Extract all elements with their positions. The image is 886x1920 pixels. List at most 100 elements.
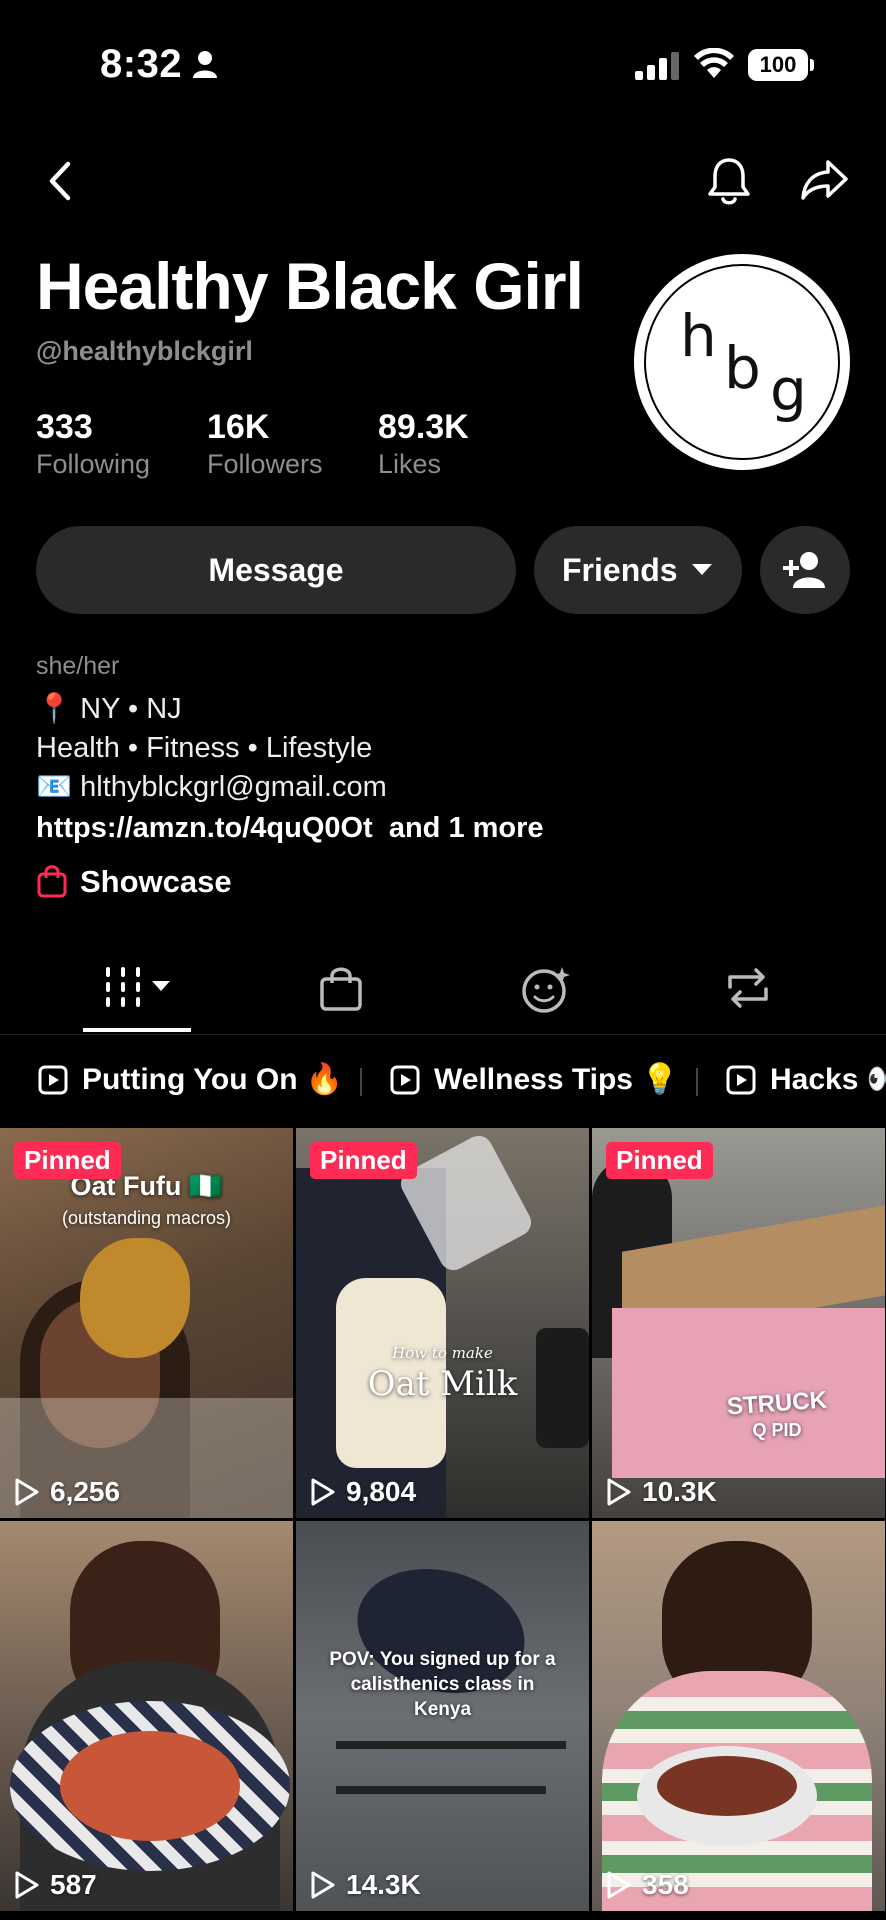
play-outline-icon <box>311 1478 335 1506</box>
share-arrow-icon[interactable] <box>800 158 850 202</box>
status-time: 8:32 <box>100 42 183 86</box>
tab-reposts[interactable] <box>724 965 772 1016</box>
box-brand-subtext: Q PID <box>752 1420 802 1440</box>
video-caption-title: POV: You signed up for a calisthenics cl… <box>329 1649 556 1720</box>
stat-following[interactable]: 333 Following <box>36 408 150 480</box>
view-count-value: 14.3K <box>346 1869 421 1900</box>
video-thumbnail[interactable]: 587 <box>0 1521 293 1911</box>
bio-link[interactable]: https://amzn.to/4quQ0Ot <box>36 812 373 844</box>
view-count: 358 <box>606 1869 689 1901</box>
back-arrow-icon[interactable] <box>40 158 80 204</box>
status-bar: 8:32 100 <box>0 0 886 130</box>
pasta <box>60 1731 240 1841</box>
parallette-bar <box>336 1741 566 1749</box>
playlist-label: Putting You On 🔥 <box>82 1063 344 1096</box>
view-count: 14.3K <box>310 1869 421 1901</box>
video-grid-icon <box>106 967 170 1007</box>
battery-tip <box>810 59 814 71</box>
play-square-icon <box>726 1065 756 1094</box>
playlist-strip: Putting You On 🔥 Wellness Tips 💡 Hacks 👀 <box>0 1050 886 1110</box>
playlist-label: Hacks 👀 <box>770 1063 886 1096</box>
view-count: 6,256 <box>14 1476 120 1508</box>
tab-shop[interactable] <box>318 965 364 1016</box>
bowl-food <box>657 1756 797 1816</box>
stat-label: Followers <box>207 449 323 479</box>
view-count-value: 10.3K <box>642 1476 717 1507</box>
sparkle-face-icon <box>522 967 570 1013</box>
avatar-letter-b: b <box>724 334 761 402</box>
shopping-bag-icon <box>320 967 362 1011</box>
play-outline-icon <box>15 1478 39 1506</box>
play-outline-icon <box>311 1871 335 1899</box>
bio-link-row[interactable]: https://amzn.to/4quQ0Ot and 1 more <box>36 812 544 845</box>
playlist-label: Wellness Tips 💡 <box>434 1063 679 1096</box>
bell-icon[interactable] <box>706 156 752 206</box>
content-tabs <box>0 955 886 1035</box>
view-count: 587 <box>14 1869 97 1901</box>
video-caption-subtitle: (outstanding macros) <box>61 1208 232 1228</box>
stat-followers[interactable]: 16K Followers <box>207 408 323 480</box>
video-thumbnail[interactable]: STRUCK Q PID Pinned 10.3K <box>592 1128 885 1518</box>
profile-name: Healthy Black Girl <box>36 249 584 323</box>
view-count: 9,804 <box>310 1476 416 1508</box>
pinned-badge: Pinned <box>310 1142 417 1179</box>
video-thumbnail[interactable]: 358 <box>592 1521 885 1911</box>
battery-icon: 100 <box>748 49 808 81</box>
add-person-icon <box>783 552 825 588</box>
playlist-chip[interactable]: Putting You On 🔥 <box>38 1062 343 1097</box>
playlist-divider <box>696 1068 698 1096</box>
message-button[interactable]: Message <box>36 526 516 614</box>
active-tab-indicator <box>83 1028 191 1032</box>
view-count-value: 587 <box>50 1869 97 1900</box>
parallette-base <box>336 1786 546 1794</box>
pronouns: she/her <box>36 652 120 680</box>
stat-value: 89.3K <box>378 408 469 446</box>
view-count-value: 358 <box>642 1869 689 1900</box>
avatar-letter-g: g <box>770 356 807 424</box>
play-square-icon <box>38 1065 68 1094</box>
video-thumbnail[interactable]: How to make Oat Milk Pinned 9,804 <box>296 1128 589 1518</box>
view-count-value: 9,804 <box>346 1476 417 1507</box>
playlist-divider <box>360 1068 362 1096</box>
play-outline-icon <box>15 1871 39 1899</box>
pinned-badge: Pinned <box>606 1142 713 1179</box>
view-count-value: 6,256 <box>50 1476 121 1507</box>
play-outline-icon <box>607 1871 631 1899</box>
stat-value: 333 <box>36 408 93 446</box>
video-thumbnail[interactable]: Oat Fufu 🇳🇬 (outstanding macros) Pinned … <box>0 1128 293 1518</box>
avatar-letter-h: h <box>680 302 717 370</box>
video-thumbnail[interactable]: POV: You signed up for a calisthenics cl… <box>296 1521 589 1911</box>
chevron-down-icon <box>692 564 712 575</box>
profile-handle: @healthyblckgirl <box>36 336 253 366</box>
repost-icon <box>728 968 768 1008</box>
avatar[interactable]: h b g <box>634 254 850 470</box>
tab-reposts-favorites[interactable] <box>520 965 572 1018</box>
showcase-label: Showcase <box>80 864 232 899</box>
cellular-signal-icon <box>635 52 679 80</box>
stat-label: Likes <box>378 449 442 479</box>
bio-link-more[interactable]: and 1 more <box>389 812 544 844</box>
play-square-icon <box>390 1065 420 1094</box>
play-outline-icon <box>607 1478 631 1506</box>
video-caption-subtitle: How to make <box>392 1344 493 1362</box>
friends-label: Friends <box>562 552 678 588</box>
showcase-link[interactable]: Showcase <box>36 864 232 900</box>
pinned-badge: Pinned <box>14 1142 121 1179</box>
stat-likes[interactable]: 89.3K Likes <box>378 408 469 480</box>
bio-location: 📍 NY • NJ <box>36 693 182 725</box>
shopping-bag-icon <box>37 865 67 898</box>
friends-button[interactable]: Friends <box>534 526 742 614</box>
person-icon <box>193 51 217 78</box>
bio-email: 📧 hlthyblckgrl@gmail.com <box>36 771 387 803</box>
view-count: 10.3K <box>606 1476 717 1508</box>
bio-tagline: Health • Fitness • Lifestyle <box>36 732 373 764</box>
video-caption-title: Oat Milk <box>367 1364 518 1404</box>
stat-value: 16K <box>207 408 270 446</box>
tab-videos[interactable] <box>104 965 174 1014</box>
food-item <box>80 1238 190 1358</box>
add-friend-button[interactable] <box>760 526 850 614</box>
wifi-icon <box>694 48 734 78</box>
playlist-chip[interactable]: Wellness Tips 💡 <box>390 1062 679 1097</box>
playlist-chip[interactable]: Hacks 👀 <box>726 1062 886 1097</box>
stat-label: Following <box>36 449 151 479</box>
